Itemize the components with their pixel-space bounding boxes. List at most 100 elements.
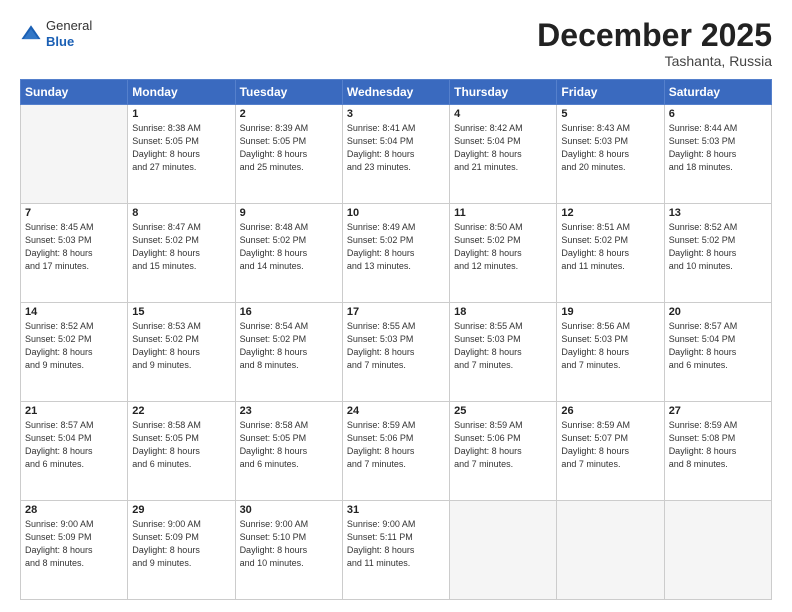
table-row: 1Sunrise: 8:38 AM Sunset: 5:05 PM Daylig… [128, 105, 235, 204]
day-number: 22 [132, 405, 230, 417]
table-row: 21 Sunrise: 8:57 AM Sunset: 5:04 PM Dayli… [21, 402, 128, 501]
day-number: 28 [25, 504, 123, 516]
day-number: 29 [132, 504, 230, 516]
day-info: Sunrise: 8:52 AM Sunset: 5:02 PM Dayligh… [669, 221, 767, 273]
day-info: Sunrise: 8:38 AM Sunset: 5:05 PM Dayligh… [132, 122, 230, 174]
col-saturday: Saturday [664, 80, 771, 105]
col-tuesday: Tuesday [235, 80, 342, 105]
day-info: Sunrise: 8:44 AM Sunset: 5:03 PM Dayligh… [669, 122, 767, 174]
day-info: Sunrise: 8:54 AM Sunset: 5:02 PM Dayligh… [240, 320, 338, 372]
day-number: 12 [561, 207, 659, 219]
day-number: 13 [669, 207, 767, 219]
table-row: 27 Sunrise: 8:59 AM Sunset: 5:08 PM Dayli… [664, 402, 771, 501]
table-row: 13 Sunrise: 8:52 AM Sunset: 5:02 PM Dayli… [664, 204, 771, 303]
col-sunday: Sunday [21, 80, 128, 105]
day-info: Sunrise: 9:00 AM Sunset: 5:09 PM Dayligh… [25, 518, 123, 570]
logo-icon [20, 23, 42, 45]
col-monday: Monday [128, 80, 235, 105]
calendar-week-row: 21 Sunrise: 8:57 AM Sunset: 5:04 PM Dayli… [21, 402, 772, 501]
table-row: 10Sunrise: 8:49 AM Sunset: 5:02 PM Dayli… [342, 204, 449, 303]
calendar-week-row: 28 Sunrise: 9:00 AM Sunset: 5:09 PM Dayli… [21, 501, 772, 600]
day-info: Sunrise: 8:45 AM Sunset: 5:03 PM Dayligh… [25, 221, 123, 273]
day-number: 11 [454, 207, 552, 219]
table-row: 12Sunrise: 8:51 AM Sunset: 5:02 PM Dayli… [557, 204, 664, 303]
day-info: Sunrise: 8:59 AM Sunset: 5:06 PM Dayligh… [454, 419, 552, 471]
table-row: 25 Sunrise: 8:59 AM Sunset: 5:06 PM Dayli… [450, 402, 557, 501]
day-info: Sunrise: 8:59 AM Sunset: 5:06 PM Dayligh… [347, 419, 445, 471]
day-number: 17 [347, 306, 445, 318]
day-info: Sunrise: 8:41 AM Sunset: 5:04 PM Dayligh… [347, 122, 445, 174]
col-thursday: Thursday [450, 80, 557, 105]
table-row: 16 Sunrise: 8:54 AM Sunset: 5:02 PM Dayli… [235, 303, 342, 402]
table-row: 14 Sunrise: 8:52 AM Sunset: 5:02 PM Dayli… [21, 303, 128, 402]
day-info: Sunrise: 8:47 AM Sunset: 5:02 PM Dayligh… [132, 221, 230, 273]
day-number: 21 [25, 405, 123, 417]
table-row: 24Sunrise: 8:59 AM Sunset: 5:06 PM Dayli… [342, 402, 449, 501]
calendar-week-row: 1Sunrise: 8:38 AM Sunset: 5:05 PM Daylig… [21, 105, 772, 204]
table-row: 3 Sunrise: 8:41 AM Sunset: 5:04 PM Daylig… [342, 105, 449, 204]
table-row: 6 Sunrise: 8:44 AM Sunset: 5:03 PM Daylig… [664, 105, 771, 204]
day-number: 27 [669, 405, 767, 417]
table-row: 19 Sunrise: 8:56 AM Sunset: 5:03 PM Dayli… [557, 303, 664, 402]
day-info: Sunrise: 8:42 AM Sunset: 5:04 PM Dayligh… [454, 122, 552, 174]
table-row [557, 501, 664, 600]
table-row [664, 501, 771, 600]
day-info: Sunrise: 9:00 AM Sunset: 5:11 PM Dayligh… [347, 518, 445, 570]
table-row: 11 Sunrise: 8:50 AM Sunset: 5:02 PM Dayli… [450, 204, 557, 303]
table-row [450, 501, 557, 600]
day-info: Sunrise: 8:58 AM Sunset: 5:05 PM Dayligh… [240, 419, 338, 471]
day-number: 5 [561, 108, 659, 120]
day-info: Sunrise: 8:57 AM Sunset: 5:04 PM Dayligh… [25, 419, 123, 471]
title-block: December 2025 Tashanta, Russia [537, 18, 772, 69]
table-row: 28 Sunrise: 9:00 AM Sunset: 5:09 PM Dayli… [21, 501, 128, 600]
day-info: Sunrise: 8:56 AM Sunset: 5:03 PM Dayligh… [561, 320, 659, 372]
table-row: 22 Sunrise: 8:58 AM Sunset: 5:05 PM Dayli… [128, 402, 235, 501]
day-info: Sunrise: 8:39 AM Sunset: 5:05 PM Dayligh… [240, 122, 338, 174]
table-row: 31Sunrise: 9:00 AM Sunset: 5:11 PM Dayli… [342, 501, 449, 600]
table-row: 23Sunrise: 8:58 AM Sunset: 5:05 PM Dayli… [235, 402, 342, 501]
location: Tashanta, Russia [537, 53, 772, 69]
logo-text: General Blue [46, 18, 92, 49]
day-info: Sunrise: 8:55 AM Sunset: 5:03 PM Dayligh… [454, 320, 552, 372]
day-number: 3 [347, 108, 445, 120]
day-number: 19 [561, 306, 659, 318]
day-number: 6 [669, 108, 767, 120]
table-row: 29 Sunrise: 9:00 AM Sunset: 5:09 PM Dayli… [128, 501, 235, 600]
day-number: 14 [25, 306, 123, 318]
calendar-week-row: 14 Sunrise: 8:52 AM Sunset: 5:02 PM Dayli… [21, 303, 772, 402]
table-row: 4 Sunrise: 8:42 AM Sunset: 5:04 PM Daylig… [450, 105, 557, 204]
day-info: Sunrise: 8:59 AM Sunset: 5:08 PM Dayligh… [669, 419, 767, 471]
day-number: 30 [240, 504, 338, 516]
day-number: 20 [669, 306, 767, 318]
month-title: December 2025 [537, 18, 772, 53]
day-info: Sunrise: 8:58 AM Sunset: 5:05 PM Dayligh… [132, 419, 230, 471]
table-row: 5Sunrise: 8:43 AM Sunset: 5:03 PM Daylig… [557, 105, 664, 204]
day-number: 10 [347, 207, 445, 219]
day-number: 16 [240, 306, 338, 318]
table-row: 17 Sunrise: 8:55 AM Sunset: 5:03 PM Dayli… [342, 303, 449, 402]
header: General Blue December 2025 Tashanta, Rus… [20, 18, 772, 69]
day-info: Sunrise: 9:00 AM Sunset: 5:09 PM Dayligh… [132, 518, 230, 570]
col-wednesday: Wednesday [342, 80, 449, 105]
table-row: 15Sunrise: 8:53 AM Sunset: 5:02 PM Dayli… [128, 303, 235, 402]
day-info: Sunrise: 8:52 AM Sunset: 5:02 PM Dayligh… [25, 320, 123, 372]
table-row: 20 Sunrise: 8:57 AM Sunset: 5:04 PM Dayli… [664, 303, 771, 402]
day-number: 25 [454, 405, 552, 417]
day-number: 18 [454, 306, 552, 318]
calendar-week-row: 7Sunrise: 8:45 AM Sunset: 5:03 PM Daylig… [21, 204, 772, 303]
day-number: 4 [454, 108, 552, 120]
day-info: Sunrise: 8:50 AM Sunset: 5:02 PM Dayligh… [454, 221, 552, 273]
day-number: 9 [240, 207, 338, 219]
logo: General Blue [20, 18, 92, 49]
day-number: 8 [132, 207, 230, 219]
calendar: Sunday Monday Tuesday Wednesday Thursday… [20, 79, 772, 600]
day-info: Sunrise: 8:55 AM Sunset: 5:03 PM Dayligh… [347, 320, 445, 372]
table-row: 8 Sunrise: 8:47 AM Sunset: 5:02 PM Daylig… [128, 204, 235, 303]
day-number: 2 [240, 108, 338, 120]
day-info: Sunrise: 8:53 AM Sunset: 5:02 PM Dayligh… [132, 320, 230, 372]
table-row: 18 Sunrise: 8:55 AM Sunset: 5:03 PM Dayli… [450, 303, 557, 402]
table-row: 2 Sunrise: 8:39 AM Sunset: 5:05 PM Daylig… [235, 105, 342, 204]
day-info: Sunrise: 8:57 AM Sunset: 5:04 PM Dayligh… [669, 320, 767, 372]
day-number: 26 [561, 405, 659, 417]
day-info: Sunrise: 8:59 AM Sunset: 5:07 PM Dayligh… [561, 419, 659, 471]
